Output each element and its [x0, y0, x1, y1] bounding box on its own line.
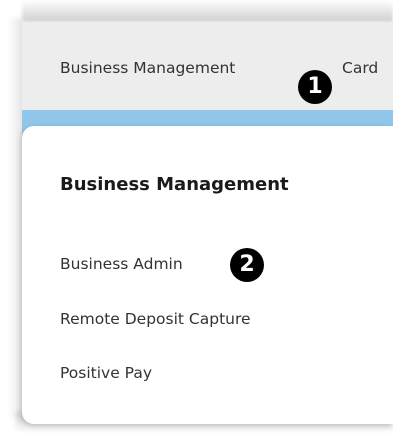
menu-item-remote-deposit-capture[interactable]: Remote Deposit Capture: [60, 310, 251, 328]
callout-badge-2: 2: [230, 248, 264, 282]
callout-badge-1: 1: [298, 70, 332, 104]
menu-item-business-admin[interactable]: Business Admin: [60, 255, 183, 273]
business-management-dropdown: Business Management Business Admin Remot…: [22, 126, 393, 424]
nav-item-card[interactable]: Card: [342, 59, 378, 77]
screenshot-canvas: Business Management Card Business Manage…: [0, 0, 393, 433]
menu-item-positive-pay[interactable]: Positive Pay: [60, 364, 152, 382]
top-navigation-bar: Business Management Card: [22, 22, 393, 110]
dropdown-title: Business Management: [60, 174, 289, 195]
nav-item-business-management[interactable]: Business Management: [60, 59, 235, 77]
top-shadow: [22, 0, 393, 22]
